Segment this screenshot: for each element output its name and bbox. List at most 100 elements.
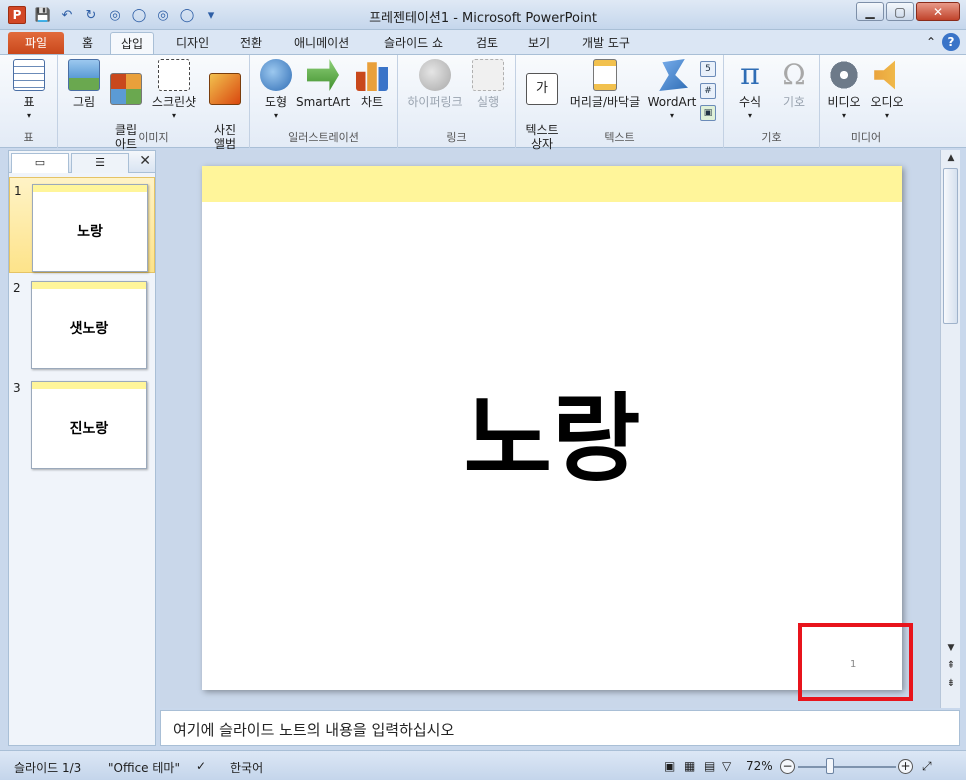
zoom-slider-track[interactable] [798,766,896,768]
tab-insert[interactable]: 삽입 [110,32,155,54]
window-title: 프레젠테이션1 - Microsoft PowerPoint [369,11,597,26]
minimize-ribbon-icon[interactable]: ⌃ [926,35,936,49]
action-icon [472,59,504,91]
screenshot-icon [158,59,190,91]
title-bar: P 💾 ↶ ↻ ◎ ◯ ◎ ◯ ▾ 프레젠테이션1 - Microsoft Po… [0,0,966,30]
slide-thumbnail-row[interactable]: 2 샛노랑 [9,275,155,371]
date-time-icon[interactable]: # [700,83,716,99]
status-bar: 슬라이드 1/3 "Office 테마" ✓ 한국어 ▣ ▦ ▤ ▽ 72% −… [0,750,966,780]
slide-sorter-icon[interactable]: ▦ [684,759,695,773]
tab-animations[interactable]: 애니메이션 [284,32,359,54]
slide-title[interactable]: 노랑 [202,384,902,494]
group-text: 가 텍스트 상자 머리글/바닥글 WordArt ▾ 5 # ▣ 텍스트 [516,55,724,151]
tab-developer[interactable]: 개발 도구 [572,32,640,54]
smartart-button[interactable]: SmartArt [296,59,350,109]
zoom-level[interactable]: 72% [746,759,773,773]
tab-file[interactable]: 파일 [8,32,64,54]
group-label-media: 미디어 [850,131,882,144]
maximize-button[interactable]: ▢ [886,2,914,21]
slide-thumb-title: 샛노랑 [69,321,109,337]
close-button[interactable]: ✕ [916,2,960,21]
tab-home[interactable]: 홈 [72,32,103,54]
slide-thumbnail[interactable]: 노랑 [32,184,148,272]
hyperlink-button[interactable]: 하이퍼링크 [402,59,468,109]
vertical-scrollbar[interactable]: ▲ ▼ ⇞ ⇟ [940,150,960,708]
shapes-label: 도형 [264,95,288,109]
table-button[interactable]: 표 ▾ [13,59,45,123]
slide-number-icon[interactable]: 5 [700,61,716,77]
slideshow-view-icon[interactable]: ▽ [722,759,731,773]
hyperlink-label: 하이퍼링크 [407,95,463,109]
slide-thumbnail[interactable]: 진노랑 [31,381,147,469]
reading-view-icon[interactable]: ▤ [704,759,715,773]
tab-outline-view[interactable]: ☰ [71,153,129,173]
group-links: 하이퍼링크 실행 링크 [398,55,516,148]
normal-view-icon[interactable]: ▣ [664,759,675,773]
minimize-button[interactable]: ▁ [856,2,884,21]
equation-button[interactable]: π 수식 ▾ [732,59,768,123]
notes-pane[interactable]: 여기에 슬라이드 노트의 내용을 입력하십시오 [160,710,960,746]
tab-design[interactable]: 디자인 [166,32,219,54]
group-label-text: 텍스트 [604,131,635,144]
wordart-button[interactable]: WordArt ▾ [646,59,698,123]
shapes-button[interactable]: 도형 ▾ [258,59,294,123]
notes-placeholder: 여기에 슬라이드 노트의 내용을 입력하십시오 [173,721,455,739]
slide-thumb-title: 노랑 [77,224,103,240]
next-slide-icon[interactable]: ⇟ [941,676,961,692]
zoom-in-icon[interactable]: + [898,759,913,774]
slide-thumbnail[interactable]: 샛노랑 [31,281,147,369]
scroll-down-icon[interactable]: ▼ [941,640,961,656]
ribbon-tabs: 파일 홈 삽입 디자인 전환 애니메이션 슬라이드 쇼 검토 보기 개발 도구 … [0,30,966,54]
smartart-icon [307,59,339,91]
slide-number-highlight-box [798,623,913,701]
audio-button[interactable]: 오디오 ▾ [866,59,908,123]
group-label-links: 링크 [446,131,467,144]
header-footer-button[interactable]: 머리글/바닥글 [564,59,646,109]
help-icon[interactable]: ? [942,33,960,51]
fit-to-window-icon[interactable]: ⤢ [922,759,932,774]
window-controls: ▁ ▢ ✕ [856,2,960,21]
picture-button[interactable]: 그림 [66,59,102,109]
symbol-label: 기호 [782,95,806,109]
group-symbols: π 수식 ▾ Ω 기호 기호 [724,55,820,148]
group-label-illustrations: 일러스트레이션 [288,131,359,144]
slides-panel: ▭ ☰ ✕ 1 노랑 2 샛노랑 3 진노랑 [8,150,156,746]
action-button[interactable]: 실행 [470,59,506,109]
theme-name[interactable]: "Office 테마" [108,759,180,776]
group-table: 표 ▾ 표 [0,55,58,148]
thumb-yellow-band [33,185,147,192]
language-indicator[interactable]: 한국어 [230,759,263,776]
previous-slide-icon[interactable]: ⇞ [941,658,961,674]
slide-thumbnail-row[interactable]: 1 노랑 [9,177,155,273]
slide-thumb-title: 진노랑 [69,421,109,437]
zoom-slider-handle[interactable] [826,758,834,774]
action-label: 실행 [476,95,500,109]
close-panel-icon[interactable]: ✕ [139,153,151,169]
tab-slides-view[interactable]: ▭ [11,153,69,173]
tab-slideshow[interactable]: 슬라이드 쇼 [374,32,453,54]
object-icon[interactable]: ▣ [700,105,716,121]
group-illustrations: 도형 ▾ SmartArt 차트 일러스트레이션 [250,55,398,148]
picture-label: 그림 [72,95,96,109]
tab-view[interactable]: 보기 [518,32,560,54]
scroll-thumb[interactable] [943,168,958,324]
group-images: 그림 클립 아트 스크린샷 ▾ 사진 앨범 이미지 [58,55,250,151]
ribbon-insert: 표 ▾ 표 그림 클립 아트 스크린샷 ▾ 사진 앨범 이미지 도형 ▾ Sma… [0,54,966,151]
slide-thumbnail-row[interactable]: 3 진노랑 [9,375,155,471]
tab-transitions[interactable]: 전환 [230,32,272,54]
group-media: 비디오 ▾ 오디오 ▾ 미디어 [820,55,912,148]
slide-thumb-number: 2 [13,281,21,295]
chart-button[interactable]: 차트 [354,59,390,109]
hyperlink-icon [419,59,451,91]
zoom-out-icon[interactable]: − [780,759,795,774]
table-label: 표 [23,95,35,109]
screenshot-button[interactable]: 스크린샷 ▾ [148,59,200,123]
audio-label: 오디오 [870,95,904,109]
symbol-button[interactable]: Ω 기호 [776,59,812,110]
tab-review[interactable]: 검토 [466,32,508,54]
video-button[interactable]: 비디오 ▾ [824,59,864,123]
spellcheck-icon[interactable]: ✓ [196,759,206,773]
current-slide[interactable]: 노랑 1 [202,166,902,690]
scroll-up-icon[interactable]: ▲ [941,150,961,166]
wordart-label: WordArt [647,95,697,109]
